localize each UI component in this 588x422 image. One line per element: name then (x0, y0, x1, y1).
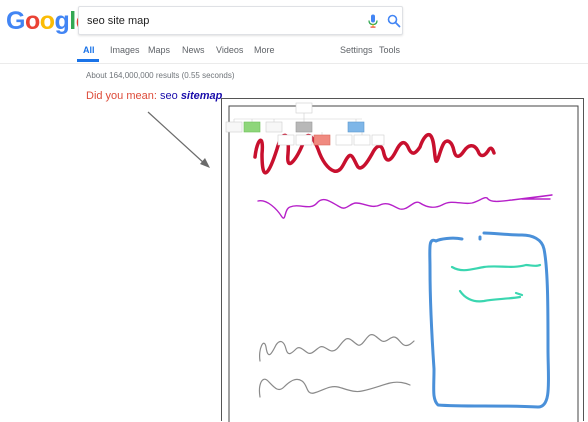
result-stats: About 164,000,000 results (0.55 seconds) (86, 71, 235, 80)
logo-letter: G (6, 7, 25, 35)
suggestion-prefix: seo (160, 90, 178, 102)
did-you-mean: Did you mean: seo sitemap (86, 90, 222, 102)
tab-settings[interactable]: Settings (340, 45, 373, 55)
logo-letter: g (54, 7, 70, 35)
did-you-mean-suggestion-link[interactable]: seo sitemap (160, 90, 222, 102)
teal-scribble-2 (458, 289, 524, 303)
blue-scribble (428, 231, 551, 409)
logo-letter: o (24, 7, 40, 35)
google-logo[interactable]: Google (6, 7, 90, 36)
drawing-sheet (221, 98, 584, 422)
search-icon[interactable] (386, 13, 402, 29)
search-box[interactable] (78, 6, 403, 35)
tab-all[interactable]: All (83, 45, 95, 55)
purple-scribble (257, 194, 553, 219)
tab-videos[interactable]: Videos (216, 45, 243, 55)
gray-scribble-2 (258, 378, 411, 398)
tab-more[interactable]: More (254, 45, 275, 55)
logo-letter: o (39, 7, 55, 35)
tabs-divider (0, 63, 588, 64)
search-input[interactable] (87, 13, 347, 29)
active-tab-indicator (77, 59, 99, 62)
teal-scribble-1 (450, 263, 542, 272)
search-tabs: All Images Maps News Videos More Setting… (0, 38, 588, 64)
sitemap-diagram-thumbnail (225, 102, 385, 146)
did-you-mean-label: Did you mean: (86, 90, 157, 102)
tab-images[interactable]: Images (110, 45, 140, 55)
tab-tools[interactable]: Tools (379, 45, 400, 55)
tab-news[interactable]: News (182, 45, 205, 55)
suggestion-correction: sitemap (180, 90, 223, 102)
gray-scribble-1 (259, 334, 415, 362)
microphone-icon[interactable] (365, 13, 381, 29)
tab-maps[interactable]: Maps (148, 45, 170, 55)
